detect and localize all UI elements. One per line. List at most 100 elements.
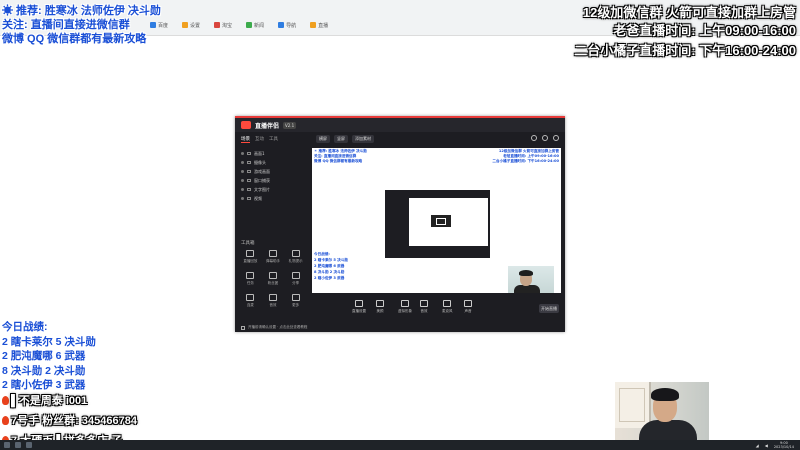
tab-scenes[interactable]: 场景	[241, 136, 250, 143]
speaker-icon	[464, 300, 472, 307]
scene-item[interactable]: 文字图片	[241, 185, 304, 194]
bookmark-item[interactable]: 淘宝	[214, 18, 232, 32]
ctrl-avatar[interactable]: 虚拟形象	[398, 300, 412, 314]
settings-icon	[355, 300, 363, 307]
network-icon[interactable]: ◢	[756, 443, 759, 448]
taskbar-apps	[4, 442, 32, 448]
preview-overlay-text: 二台小橘子直播时间: 下午16:00-24:00	[492, 159, 559, 163]
chat-icon	[268, 250, 277, 257]
clock[interactable]: 9:00 2023/10/14	[774, 441, 794, 449]
streamer-body	[639, 420, 697, 440]
bookmark-item[interactable]: 设置	[182, 18, 200, 32]
ctrl-beauty[interactable]: 美颜	[376, 300, 384, 314]
settings-icon[interactable]	[531, 135, 537, 141]
tool-sfx[interactable]: 音效	[262, 294, 285, 308]
music-icon	[420, 300, 428, 307]
windows-start-icon[interactable]	[4, 442, 10, 448]
gift-icon	[291, 250, 300, 257]
visibility-icon[interactable]	[241, 197, 244, 200]
stream-canvas: 百度 设置 淘宝 新闻 导航 直播 ☀ 推荐: 胜寒冰 法师佐伊 决斗勋 关注:…	[0, 0, 800, 450]
preview-toolbar: 横屏 竖屏 添加素材	[312, 132, 565, 146]
visibility-icon[interactable]	[241, 188, 244, 191]
microphone-icon	[443, 300, 452, 307]
more-icon	[291, 294, 300, 301]
visibility-icon[interactable]	[241, 170, 244, 173]
ctrl-settings[interactable]: 直播设置	[352, 300, 366, 314]
avatar-icon	[401, 300, 409, 307]
bookmark-item[interactable]: 直播	[310, 18, 328, 32]
source-icon	[247, 197, 251, 200]
stream-preview[interactable]: ☀ 推荐: 胜寒冰 法师佐伊 决斗勋 关注: 直播间直接进微信群 微博 QQ 微…	[312, 148, 561, 293]
preview-overlay-text: 8 决斗勋 2 决斗勋	[314, 270, 345, 274]
ctrl-sfx[interactable]: 音效	[420, 300, 428, 314]
source-icon	[247, 161, 251, 164]
scene-item[interactable]: 视频	[241, 194, 304, 203]
app-sidebar: 场景 互动 工具 画面1 摄像头 游戏画面 窗口捕获 文字图片 视频 工具箱 直…	[235, 132, 310, 332]
add-source-chip[interactable]: 添加素材	[352, 135, 374, 143]
ctrl-volume[interactable]: 声音	[464, 300, 472, 314]
record-row: 8 决斗勋 2 决斗勋	[2, 364, 86, 377]
promo-line: 7号手 粉丝群: 345466784	[2, 412, 137, 428]
overlay-social: 微博 QQ 微信群都有最新攻略	[2, 33, 147, 45]
daily-record: 今日战绩: 2 瞎卡莱尔 5 决斗勋 2 肥沌魔哪 6 武器 8 决斗勋 2 决…	[2, 320, 96, 393]
tool-danmaku[interactable]: 弹幕助手	[262, 250, 285, 264]
preview-overlay-text: 2 瞎小佐伊 3 武器	[314, 276, 345, 280]
overlay-schedule-second: 二台小橘子直播时间: 下午16:00-24:00	[574, 43, 796, 58]
tool-replay[interactable]: 直播回放	[239, 250, 262, 264]
bookmark-icon	[246, 22, 253, 28]
scene-item[interactable]: 摄像头	[241, 158, 304, 167]
bookmark-icon	[214, 22, 221, 28]
taskbar-app-icon[interactable]	[15, 442, 21, 448]
tool-share[interactable]: 分享	[284, 272, 307, 286]
visibility-icon[interactable]	[241, 152, 244, 155]
bookmark-item[interactable]: 导航	[278, 18, 296, 32]
tool-gift[interactable]: 礼物提示	[284, 250, 307, 264]
visibility-icon[interactable]	[241, 161, 244, 164]
task-icon	[246, 272, 255, 279]
scene-item[interactable]: 游戏画面	[241, 167, 304, 176]
tool-fans[interactable]: 粉丝团	[262, 272, 285, 286]
status-text: 开播前请确认设置 · 点击此处查看教程	[248, 325, 308, 329]
record-row: 2 瞎小佐伊 3 武器	[2, 379, 86, 391]
streamer-hair	[519, 270, 533, 276]
share-icon	[291, 272, 300, 279]
visibility-icon[interactable]	[241, 179, 244, 182]
preview-overlay-text: 2 瞎卡莱尔 5 决斗勋	[314, 258, 348, 262]
share-icon[interactable]	[553, 135, 559, 141]
flame-icon	[2, 396, 9, 405]
source-icon	[247, 179, 251, 182]
tab-tools[interactable]: 工具	[269, 136, 278, 143]
volume-icon[interactable]: ◀	[765, 443, 768, 448]
taskbar-app-icon[interactable]	[26, 442, 32, 448]
tab-interact[interactable]: 互动	[255, 136, 264, 143]
streamer-hair	[651, 388, 679, 401]
app-title-bar: 直播伴侣 V2.1	[235, 118, 565, 132]
record-title: 今日战绩:	[2, 321, 48, 333]
tool-more[interactable]: 更多	[284, 294, 307, 308]
record-row: 2 肥沌魔哪 6 武器	[2, 350, 86, 362]
portrait-chip[interactable]: 竖屏	[334, 135, 348, 143]
help-icon[interactable]	[542, 135, 548, 141]
scene-item[interactable]: 窗口捕获	[241, 176, 304, 185]
taskbar: ◢ ◀ 9:00 2023/10/14	[0, 440, 800, 450]
scene-list: 画面1 摄像头 游戏画面 窗口捕获 文字图片 视频	[235, 147, 310, 205]
landscape-chip[interactable]: 横屏	[316, 135, 330, 143]
sidebar-tabs: 场景 互动 工具	[235, 132, 310, 147]
nested-app-capture	[385, 190, 490, 258]
go-live-button[interactable]: 开始直播	[539, 304, 559, 313]
preview-overlay-text: 微博 QQ 微信群都有最新攻略	[314, 159, 363, 163]
tool-task[interactable]: 任务	[239, 272, 262, 286]
checkbox[interactable]	[241, 325, 245, 330]
webcam-background-window	[615, 382, 651, 428]
webcam-shelf	[619, 388, 645, 422]
version-badge: V2.1	[283, 121, 297, 129]
overlay-group-note: 12级加微信群 火箭可直接加群上房管	[582, 5, 796, 20]
scene-item[interactable]: 画面1	[241, 149, 304, 158]
nested-logo-box	[431, 215, 451, 227]
bookmark-item[interactable]: 百度	[150, 18, 168, 32]
link-icon	[246, 294, 255, 301]
tool-link[interactable]: 连麦	[239, 294, 262, 308]
ctrl-mic[interactable]: 麦克风	[442, 300, 453, 314]
webcam-feed	[615, 382, 709, 440]
bookmark-item[interactable]: 新闻	[246, 18, 264, 32]
